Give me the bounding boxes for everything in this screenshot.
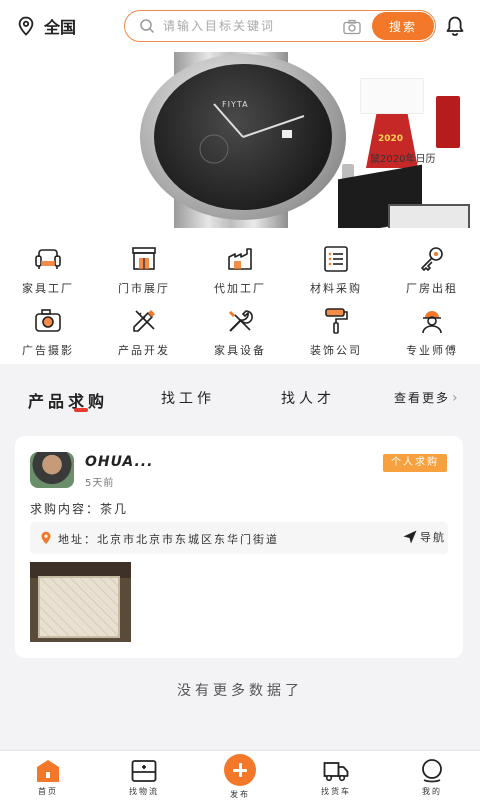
storefront-icon (132, 247, 156, 270)
category-ad-photography[interactable]: 广告摄影 (0, 306, 96, 358)
promo-banner[interactable]: FIYTA 2020 鼠2020年日历 (0, 52, 480, 228)
truck-icon (323, 762, 349, 782)
location-selector[interactable]: 全国 (16, 14, 116, 38)
factory-icon (228, 248, 252, 270)
active-tab-indicator (74, 408, 88, 412)
purchase-post-card[interactable]: OHUA... 5天前 个人求购 求购内容：茶几 地址：北京市北京市东城区东华门… (15, 436, 463, 658)
search-button[interactable]: 搜索 (372, 12, 434, 40)
tab-find-job[interactable]: 找工作 (161, 388, 215, 408)
watch-brand-text: FIYTA (222, 100, 249, 109)
tab-bar: 产品求购 找工作 找人才 查看更多 › (0, 364, 480, 424)
camera-search-icon[interactable] (343, 19, 361, 35)
bottom-nav: 首页 找物流 发布 找货车 我的 (0, 750, 480, 800)
category-label: 广告摄影 (22, 344, 74, 357)
search-input[interactable] (163, 19, 333, 33)
key-icon (421, 247, 443, 271)
tab-find-talent[interactable]: 找人才 (281, 388, 335, 408)
watch-face-image (154, 64, 332, 210)
nav-label: 发布 (230, 790, 250, 799)
list-icon (324, 246, 348, 272)
address-row: 地址：北京市北京市东城区东华门街道 导航 (30, 522, 448, 554)
location-label: 全国 (44, 18, 77, 37)
nav-home[interactable]: 首页 (0, 751, 96, 797)
category-product-dev[interactable]: 产品开发 (96, 306, 192, 358)
category-label: 门市展厅 (118, 282, 170, 295)
category-label: 专业师傅 (406, 344, 458, 357)
watch-hands-icon (199, 103, 305, 164)
profile-icon (422, 759, 442, 783)
category-furniture-equipment[interactable]: 家具设备 (192, 306, 288, 358)
paint-roller-icon (325, 308, 348, 334)
sofa-icon (35, 249, 61, 269)
tab-product-purchase[interactable]: 产品求购 (28, 388, 108, 412)
nav-label: 首页 (38, 787, 58, 796)
category-grid: 家具工厂 门市展厅 代加工厂 材料采购 厂房出租 广告摄影 产品开发 家具设备 … (0, 228, 480, 364)
post-time: 5天前 (85, 478, 115, 489)
chevron-right-icon: › (452, 389, 460, 406)
calendar-caption: 鼠2020年日历 (370, 154, 436, 165)
top-header: 全国 搜索 (0, 0, 480, 52)
post-username: OHUA... (85, 454, 154, 470)
nav-find-logistics[interactable]: 找物流 (96, 751, 192, 797)
category-factory-rental[interactable]: 厂房出租 (384, 244, 480, 296)
search-bar: 搜索 (124, 10, 436, 42)
nav-profile[interactable]: 我的 (384, 751, 480, 797)
nav-publish[interactable]: 发布 (192, 751, 288, 800)
navigation-arrow-icon (403, 530, 417, 544)
no-more-data-text: 没有更多数据了 (177, 683, 303, 699)
plus-icon (224, 754, 256, 786)
nav-find-truck[interactable]: 找货车 (288, 751, 384, 797)
category-label: 装饰公司 (310, 344, 362, 357)
worker-icon (422, 311, 442, 334)
logistics-icon (131, 760, 157, 782)
post-content: 求购内容：茶几 (30, 502, 129, 516)
bell-icon[interactable] (444, 15, 466, 37)
view-more-link[interactable]: 查看更多 › (394, 389, 460, 406)
post-photo[interactable] (30, 562, 131, 642)
nav-label: 我的 (422, 787, 442, 796)
home-icon (37, 760, 59, 782)
category-label: 材料采购 (310, 282, 362, 295)
category-label: 产品开发 (118, 344, 170, 357)
calendar-year-text: 2020 (378, 134, 404, 144)
post-type-badge: 个人求购 (383, 454, 447, 472)
location-pin-icon (41, 531, 51, 544)
category-professional-master[interactable]: 专业师傅 (384, 306, 480, 358)
location-pin-icon (18, 16, 34, 36)
camera-icon (35, 309, 61, 332)
category-label: 代加工厂 (214, 282, 266, 295)
category-materials[interactable]: 材料采购 (288, 244, 384, 296)
category-label: 家具设备 (214, 344, 266, 357)
post-address: 地址：北京市北京市东城区东华门街道 (58, 533, 279, 546)
red-envelope-image (436, 96, 460, 148)
search-icon (140, 19, 155, 34)
view-more-label: 查看更多 (394, 391, 451, 405)
navigate-label: 导航 (420, 531, 446, 544)
nav-label: 找货车 (321, 787, 351, 796)
tools-icon (229, 310, 253, 332)
nav-label: 找物流 (129, 787, 159, 796)
category-showroom[interactable]: 门市展厅 (96, 244, 192, 296)
category-label: 家具工厂 (22, 282, 74, 295)
navigate-button[interactable]: 导航 (402, 529, 446, 545)
category-decoration-company[interactable]: 装饰公司 (288, 306, 384, 358)
category-oem-factory[interactable]: 代加工厂 (192, 244, 288, 296)
gift-box-inner-image (388, 204, 470, 228)
category-furniture-factory[interactable]: 家具工厂 (0, 244, 96, 296)
category-label: 厂房出租 (406, 282, 458, 295)
pencil-ruler-icon (133, 310, 155, 332)
avatar[interactable] (30, 452, 74, 488)
